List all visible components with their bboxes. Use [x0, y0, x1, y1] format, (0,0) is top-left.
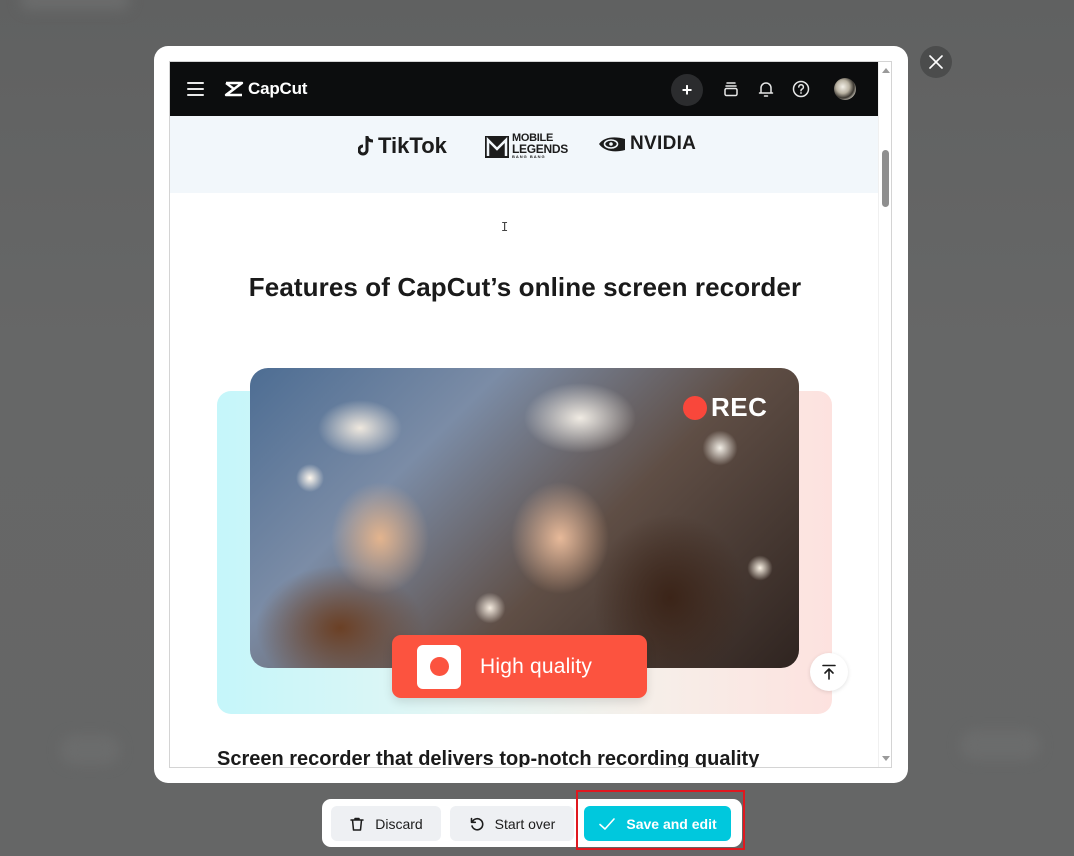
mobile-legends-line3: BANG BANG	[512, 154, 546, 160]
tiktok-logo-text: TikTok	[378, 133, 447, 158]
text-cursor-icon: I	[501, 220, 509, 234]
capcut-header: CapCut +	[170, 62, 880, 116]
capcut-logo-icon	[224, 81, 244, 97]
vertical-scrollbar[interactable]	[878, 62, 891, 767]
arrow-up-to-top-icon	[822, 664, 836, 680]
high-quality-label: High quality	[480, 654, 593, 678]
avatar[interactable]	[834, 78, 856, 100]
backdrop-shape	[20, 0, 130, 10]
tiktok-logo: TikTok	[358, 133, 447, 159]
create-button[interactable]: +	[671, 74, 703, 106]
capcut-logo-text: CapCut	[248, 79, 308, 98]
backdrop-shape	[60, 735, 120, 765]
recording-action-bar: Discard Start over Save and edit	[322, 799, 742, 847]
back-to-top-button[interactable]	[810, 653, 848, 691]
mobile-legends-logo: MOBILE LEGENDS BANG BANG	[484, 132, 568, 160]
stack-icon[interactable]	[721, 79, 741, 99]
start-over-button[interactable]: Start over	[450, 806, 574, 841]
close-modal-button[interactable]	[920, 46, 952, 78]
trash-icon	[350, 817, 365, 831]
nvidia-eye-icon	[599, 137, 625, 152]
plus-icon: +	[681, 79, 693, 100]
capcut-logo[interactable]: CapCut	[224, 79, 307, 99]
scroll-down-arrow-icon[interactable]	[882, 756, 890, 761]
backdrop-shape	[960, 730, 1040, 760]
section-sub-heading: Screen recorder that delivers top-notch …	[217, 748, 760, 768]
restart-icon	[470, 817, 484, 831]
checkmark-icon	[599, 817, 616, 830]
help-icon[interactable]	[791, 79, 811, 99]
bell-icon[interactable]	[756, 79, 776, 99]
record-dot-icon	[683, 395, 707, 420]
rec-label: REC	[711, 392, 768, 422]
tiktok-icon	[358, 136, 374, 156]
scrollbar-thumb[interactable]	[882, 150, 889, 207]
scroll-up-arrow-icon[interactable]	[882, 68, 890, 73]
start-over-label: Start over	[494, 815, 556, 832]
recorded-page: CapCut + TikTok MOBILE LEGENDS BANG BANG…	[170, 62, 880, 768]
discard-label: Discard	[375, 815, 423, 832]
save-and-edit-button[interactable]: Save and edit	[584, 806, 731, 841]
rec-badge: REC	[683, 392, 767, 423]
close-icon	[929, 55, 943, 69]
high-quality-pill: High quality	[392, 635, 647, 698]
record-button-icon	[417, 644, 461, 689]
features-title: Features of CapCut’s online screen recor…	[248, 272, 802, 302]
recording-preview-viewport: CapCut + TikTok MOBILE LEGENDS BANG BANG…	[169, 61, 892, 768]
nvidia-logo: NVIDIA	[598, 133, 696, 155]
partner-logos-strip: TikTok MOBILE LEGENDS BANG BANG NVIDIA	[170, 116, 880, 193]
hamburger-menu-icon[interactable]	[187, 82, 204, 96]
mobile-legends-icon	[485, 136, 509, 158]
save-and-edit-label: Save and edit	[626, 815, 717, 832]
discard-button[interactable]: Discard	[331, 806, 441, 841]
nvidia-logo-text: NVIDIA	[630, 133, 697, 154]
